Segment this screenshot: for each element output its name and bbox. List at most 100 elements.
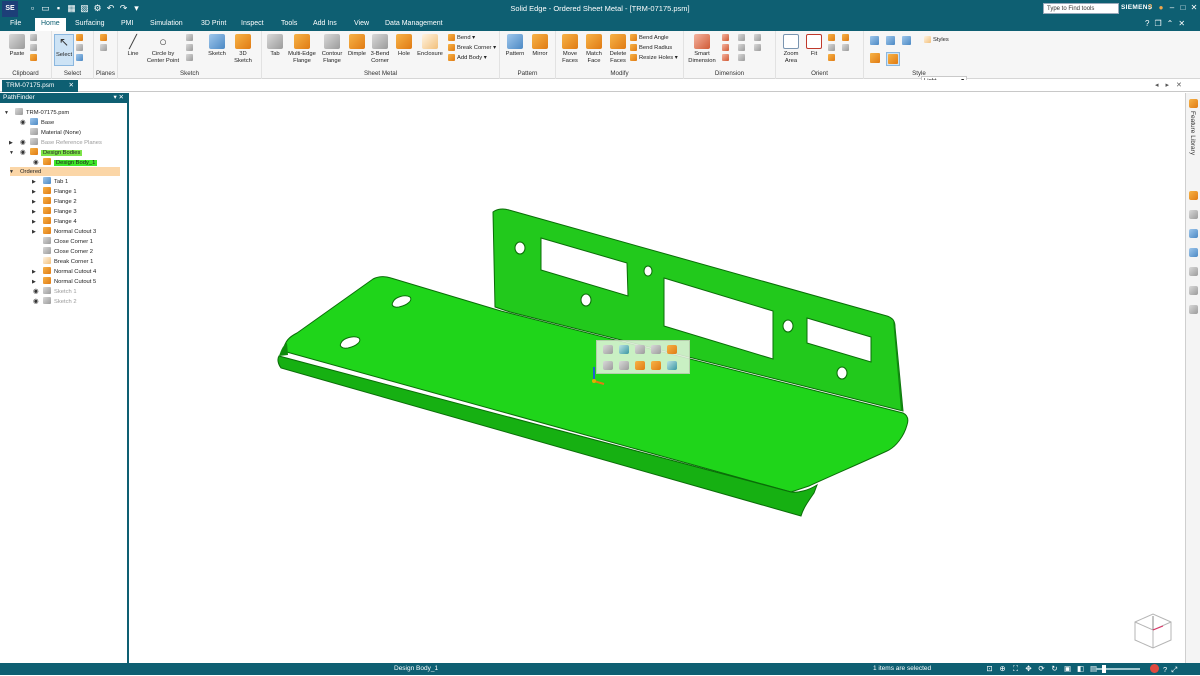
help-small-icon[interactable]: ? xyxy=(1145,19,1149,28)
expand-icon[interactable]: ▶ xyxy=(32,187,40,197)
query-button[interactable] xyxy=(76,54,85,62)
tab-inspect[interactable]: Inspect xyxy=(235,18,270,31)
eye-icon[interactable]: ◉ xyxy=(20,118,28,128)
dimension-button[interactable] xyxy=(186,54,195,62)
pattern-button[interactable]: Pattern xyxy=(503,34,527,58)
tree-feature[interactable]: ▶ Flange 2 xyxy=(32,197,77,207)
tab-simulation[interactable]: Simulation xyxy=(144,18,189,31)
layers-icon[interactable] xyxy=(1189,191,1198,200)
pin-icon[interactable]: ⌃ xyxy=(1167,19,1174,28)
grid-icon[interactable] xyxy=(1189,248,1198,257)
fit-icon[interactable]: ⛶ xyxy=(1011,664,1020,673)
format-painter-button[interactable] xyxy=(30,54,39,62)
spin-icon[interactable]: ↻ xyxy=(1050,664,1059,673)
add-body-button[interactable]: Add Body ▾ xyxy=(448,54,487,62)
delete-faces-button[interactable]: Delete Faces xyxy=(606,34,630,64)
tree-feature[interactable]: ▶ Normal Cutout 3 xyxy=(32,227,96,237)
match-face-button[interactable]: Match Face xyxy=(582,34,606,64)
expand-icon[interactable]: ▶ xyxy=(32,207,40,217)
shade-icon[interactable] xyxy=(667,345,677,354)
zoom-slider-knob[interactable] xyxy=(1102,665,1106,673)
resize-holes-button[interactable]: Resize Holes ▾ xyxy=(630,54,678,62)
shaded-icon[interactable]: ◧ xyxy=(1076,664,1085,673)
color-icon[interactable] xyxy=(635,361,645,370)
shaded-edges-button[interactable] xyxy=(886,52,900,66)
sketch-view-button[interactable] xyxy=(842,44,851,52)
expand-icon[interactable]: ▶ xyxy=(32,267,40,277)
tree-feature[interactable]: ▶ Flange 1 xyxy=(32,187,77,197)
pan-button[interactable] xyxy=(828,44,837,52)
3d-sketch-button[interactable]: 3D Sketch xyxy=(232,34,254,64)
scroll-left-icon[interactable]: ◂ xyxy=(1155,81,1159,89)
distance-between-button[interactable] xyxy=(722,34,731,42)
close-all-icon[interactable]: ✕ xyxy=(1176,81,1182,89)
symmetric-button[interactable] xyxy=(754,44,763,52)
expand-icon[interactable]: ▶ xyxy=(32,197,40,207)
fit-button[interactable]: Fit xyxy=(804,34,824,58)
tab-view[interactable]: View xyxy=(348,18,375,31)
line-button[interactable]: ╱ Line xyxy=(122,34,144,58)
tree-design-bodies[interactable]: ▼ ◉ Design Bodies xyxy=(9,148,83,158)
dimple-button[interactable]: Dimple xyxy=(346,34,368,58)
tab-tools[interactable]: Tools xyxy=(275,18,303,31)
sketch-icon[interactable] xyxy=(635,345,645,354)
expand-icon[interactable]: ▶ xyxy=(32,277,40,287)
coincident-plane-button[interactable] xyxy=(100,34,109,42)
tree-material[interactable]: Material (None) xyxy=(30,128,81,138)
command-finder-input[interactable]: Type to Find tools xyxy=(1043,3,1119,14)
help-icon[interactable]: ? xyxy=(1163,664,1167,676)
hide-icon[interactable] xyxy=(603,361,613,370)
expand-icon[interactable]: ▶ xyxy=(32,217,40,227)
feature-library-icon[interactable] xyxy=(1189,99,1198,108)
enclosure-button[interactable]: Enclosure xyxy=(416,34,444,58)
zoom-slider[interactable] xyxy=(1096,665,1140,673)
3-bend-corner-button[interactable]: 3-Bend Corner xyxy=(368,34,392,64)
tree-feature[interactable]: ▶ Flange 3 xyxy=(32,207,77,217)
expand-icon[interactable]: ▶ xyxy=(9,138,17,148)
tree-feature[interactable]: ▶ Tab 1 xyxy=(32,177,68,187)
library-icon[interactable] xyxy=(1189,229,1198,238)
zoom-area-button[interactable]: Zoom Area xyxy=(779,34,803,64)
tree-feature[interactable]: Close Corner 1 xyxy=(43,237,93,247)
tree-feature[interactable]: ▶ Flange 4 xyxy=(32,217,77,227)
rotate-button[interactable] xyxy=(828,54,837,62)
tree-ordered[interactable]: ▼ Ordered xyxy=(9,167,41,177)
scroll-right-icon[interactable]: ▸ xyxy=(1166,81,1170,89)
body-icon[interactable] xyxy=(667,361,677,370)
rotate-icon[interactable]: ⟳ xyxy=(1037,664,1046,673)
visible-edges-button[interactable] xyxy=(886,36,897,45)
arc-button[interactable] xyxy=(186,34,195,42)
expand-icon[interactable]: ⤢ xyxy=(1171,664,1177,676)
bend-button[interactable]: Bend ▾ xyxy=(448,34,475,42)
zoom-button[interactable] xyxy=(828,34,837,42)
feature-library-tab[interactable]: Feature Library xyxy=(1189,111,1196,155)
panel-controls[interactable]: ▾ ✕ xyxy=(113,93,124,103)
tab-button[interactable]: Tab xyxy=(264,34,286,58)
paste-button[interactable]: Paste xyxy=(6,34,28,58)
wireframe-view-button[interactable] xyxy=(870,36,881,45)
document-tab[interactable]: TRM-07175.psm ✕ xyxy=(2,80,78,92)
pan-icon[interactable]: ✥ xyxy=(1024,664,1033,673)
collapse-icon[interactable]: ▼ xyxy=(4,108,12,118)
tab-add-ins[interactable]: Add Ins xyxy=(307,18,343,31)
record-icon[interactable] xyxy=(1150,664,1159,673)
hidden-edges-button[interactable] xyxy=(902,36,913,45)
minimize-icon[interactable]: – xyxy=(1168,3,1176,13)
move-faces-button[interactable]: Move Faces xyxy=(558,34,582,64)
part-model[interactable] xyxy=(131,93,1185,663)
copy-button[interactable] xyxy=(30,44,39,52)
pattern-icon[interactable] xyxy=(651,345,661,354)
angle-between-button[interactable] xyxy=(722,44,731,52)
tree-feature[interactable]: Close Corner 2 xyxy=(43,247,93,257)
mirror-button[interactable]: Mirror xyxy=(528,34,552,58)
show-icon[interactable] xyxy=(619,361,629,370)
restore-icon[interactable]: ❐ xyxy=(1154,19,1161,28)
select-button[interactable]: ↖ Select xyxy=(54,34,74,66)
sketch-view-icon[interactable]: ▣ xyxy=(1063,664,1072,673)
break-corner-button[interactable]: Break Corner ▾ xyxy=(448,44,496,52)
more-planes-button[interactable] xyxy=(100,44,109,52)
measure-icon[interactable] xyxy=(603,345,613,354)
zoom-area-icon[interactable]: ⊡ xyxy=(985,664,994,673)
shaded-button[interactable] xyxy=(870,53,882,63)
tab-file[interactable]: File xyxy=(4,18,27,31)
